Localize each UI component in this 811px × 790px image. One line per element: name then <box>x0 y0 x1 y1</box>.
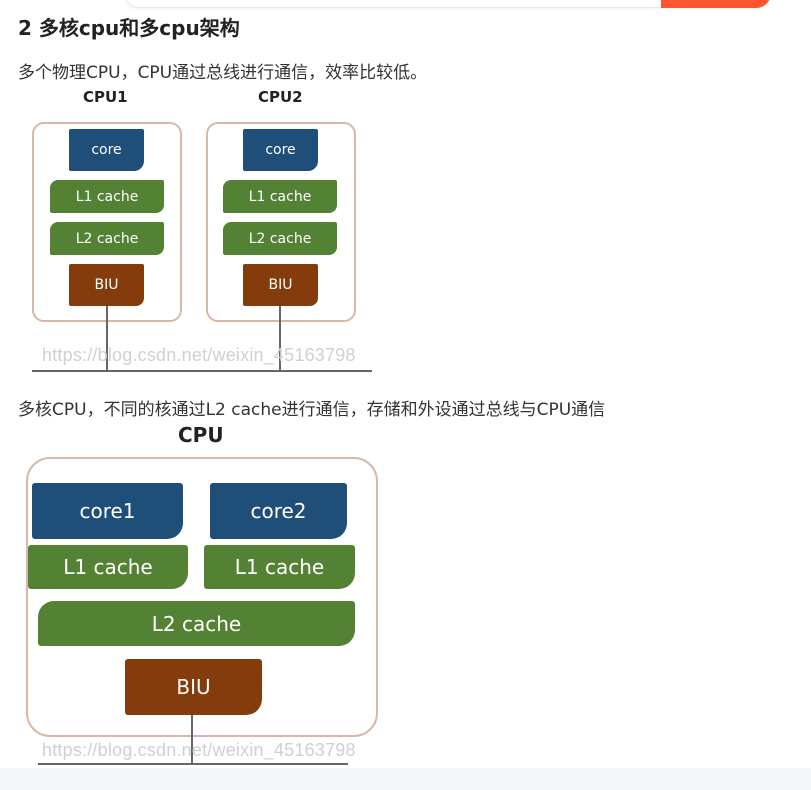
cpu2-core-block: core <box>243 129 318 171</box>
cpu1-biu-block: BIU <box>69 264 144 306</box>
cpu2-label: CPU2 <box>258 88 303 106</box>
watermark-text: https://blog.csdn.net/weixin_45163798 <box>42 345 356 365</box>
cpu2-l1-cache-block: L1 cache <box>223 180 337 213</box>
top-search-bar <box>0 0 811 12</box>
system-bus-line <box>38 763 348 765</box>
cpu-label: CPU <box>178 423 224 447</box>
biu-block: BIU <box>125 659 262 715</box>
section-heading: 2 多核cpu和多cpu架构 <box>18 16 240 40</box>
multi-cpu-description: 多个物理CPU，CPU通过总线进行通信，效率比较低。 <box>18 63 428 83</box>
cpu1-label: CPU1 <box>83 88 128 106</box>
multi-cpu-diagram: CPU1 core L1 cache L2 cache BIU CPU2 cor… <box>18 83 398 378</box>
l2-cache-block: L2 cache <box>38 601 355 646</box>
multi-core-diagram: CPU core1 core2 L1 cache L1 cache L2 cac… <box>18 420 398 775</box>
core2-block: core2 <box>210 483 347 539</box>
cpu1-l2-cache-block: L2 cache <box>50 222 164 255</box>
cpu2-l2-cache-block: L2 cache <box>223 222 337 255</box>
cpu1-core-block: core <box>69 129 144 171</box>
page-footer-strip <box>0 768 811 790</box>
system-bus-line <box>32 370 372 372</box>
cpu1-l1-cache-block: L1 cache <box>50 180 164 213</box>
search-button[interactable] <box>661 0 771 8</box>
page: 2 多核cpu和多cpu架构 多个物理CPU，CPU通过总线进行通信，效率比较低… <box>0 0 811 790</box>
watermark-text: https://blog.csdn.net/weixin_45163798 <box>42 740 356 760</box>
multi-core-description: 多核CPU，不同的核通过L2 cache进行通信，存储和外设通过总线与CPU通信 <box>18 400 606 420</box>
l1-cache-right-block: L1 cache <box>204 545 355 589</box>
core1-block: core1 <box>32 483 183 539</box>
l1-cache-left-block: L1 cache <box>28 545 188 589</box>
cpu2-biu-block: BIU <box>243 264 318 306</box>
